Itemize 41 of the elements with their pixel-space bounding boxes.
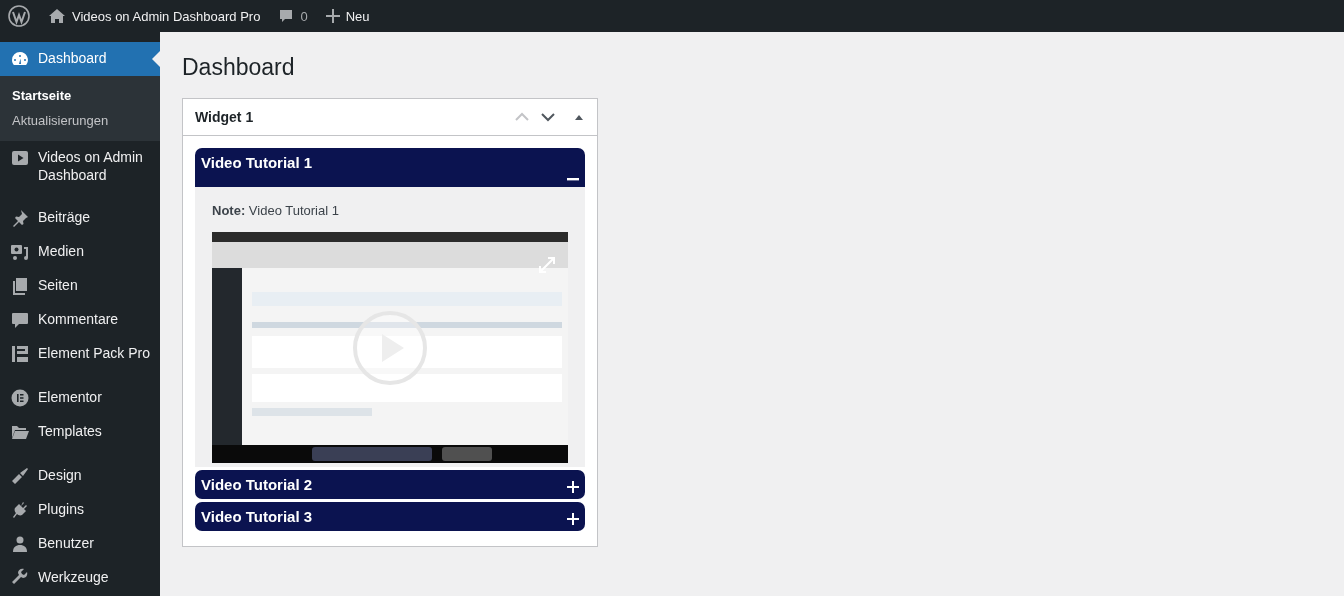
menu-item[interactable]: Werkzeuge: [0, 561, 160, 595]
page-title: Dashboard: [182, 53, 296, 82]
new-label: Neu: [345, 8, 370, 24]
menu-item[interactable]: Videos on Admin Dashboard: [0, 141, 160, 191]
comment-icon: [278, 8, 295, 24]
person-icon: [10, 534, 30, 554]
menu-item[interactable]: Element Pack Pro: [0, 337, 160, 371]
brush-icon: [10, 466, 30, 486]
new-link[interactable]: Neu: [325, 8, 370, 24]
menu-item[interactable]: Plugins: [0, 493, 160, 527]
play-icon: [10, 148, 30, 168]
menu-item[interactable]: Medien: [0, 235, 160, 269]
home-icon: [48, 8, 66, 24]
minus-icon: [567, 177, 579, 181]
plus-icon: [567, 513, 579, 525]
submenu-item[interactable]: Aktualisierungen: [0, 108, 160, 133]
menu-item[interactable]: Templates: [0, 415, 160, 449]
blocks-icon: [10, 344, 30, 364]
note-text: Note: Video Tutorial 1: [212, 203, 340, 218]
comment-count: 0: [300, 8, 308, 24]
wordpress-logo-icon[interactable]: [8, 5, 30, 27]
circle-logo-icon: [10, 388, 30, 408]
media-icon: [10, 242, 30, 262]
menu-item[interactable]: Kommentare: [0, 303, 160, 337]
comments-link[interactable]: 0: [278, 8, 308, 24]
menu-item[interactable]: Elementor: [0, 381, 160, 415]
plus-icon: [325, 9, 340, 23]
plus-icon: [567, 481, 579, 493]
accordion-header[interactable]: Video Tutorial 1: [195, 148, 585, 187]
menu-item[interactable]: Design: [0, 459, 160, 493]
menu-item[interactable]: Seiten: [0, 269, 160, 303]
widget-title: Widget 1: [195, 109, 255, 125]
menu-item[interactable]: Benutzer: [0, 527, 160, 561]
menu-item[interactable]: Dashboard: [0, 42, 160, 76]
submenu-item[interactable]: Startseite: [0, 83, 160, 108]
plug-icon: [10, 500, 30, 520]
pages-icon: [10, 276, 30, 296]
accordion-header[interactable]: Video Tutorial 3: [195, 502, 585, 531]
menu-item[interactable]: Beiträge: [0, 201, 160, 235]
comment-icon: [10, 310, 30, 330]
accordion-header[interactable]: Video Tutorial 2: [195, 470, 585, 499]
